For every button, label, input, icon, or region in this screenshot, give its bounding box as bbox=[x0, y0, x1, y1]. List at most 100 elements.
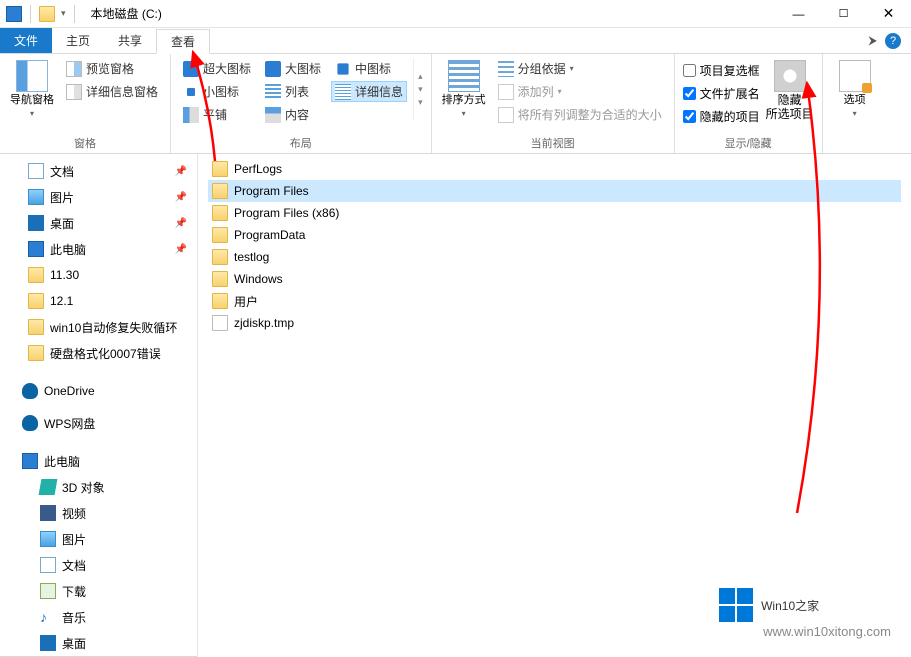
details-pane-button[interactable]: 详细信息窗格 bbox=[62, 81, 162, 102]
tab-view[interactable]: 查看 bbox=[156, 29, 210, 54]
nav-this-pc[interactable]: 此电脑 bbox=[0, 448, 197, 474]
nav-quick-item[interactable]: win10自动修复失败循环 bbox=[0, 314, 197, 340]
minimize-button[interactable]: — bbox=[776, 0, 821, 28]
nav-quick-item[interactable]: 硬盘格式化0007错误 bbox=[0, 340, 197, 366]
titlebar: ▾ 本地磁盘 (C:) — ☐ ✕ bbox=[0, 0, 911, 28]
nav-item-icon bbox=[40, 635, 56, 651]
tiles-icon bbox=[183, 107, 199, 123]
file-list[interactable]: PerfLogs Program Files Program Files (x86)… bbox=[198, 154, 911, 657]
pin-icon: 📌 bbox=[175, 192, 187, 203]
nav-item-icon bbox=[28, 241, 44, 257]
layout-details[interactable]: 详细信息 bbox=[331, 81, 407, 102]
preview-pane-button[interactable]: 预览窗格 bbox=[62, 58, 162, 79]
maximize-button[interactable]: ☐ bbox=[821, 0, 866, 28]
file-row[interactable]: PerfLogs bbox=[208, 158, 901, 180]
file-row[interactable]: testlog bbox=[208, 246, 901, 268]
nav-quick-item[interactable]: 文档📌 bbox=[0, 158, 197, 184]
file-name: testlog bbox=[234, 250, 269, 264]
hidden-items-toggle[interactable]: 隐藏的项目 bbox=[683, 108, 760, 125]
collapse-ribbon-icon[interactable]: ⮞ bbox=[868, 33, 877, 48]
nav-quick-item[interactable]: 12.1 bbox=[0, 288, 197, 314]
layout-content[interactable]: 内容 bbox=[261, 104, 325, 125]
nav-item-label: 下载 bbox=[62, 583, 86, 600]
folder-icon bbox=[212, 271, 228, 287]
group-layout: 超大图标 大图标 中图标 小图标 列表 详细信息 平铺 内容 ▴ ▾ ▾ 布局 bbox=[171, 54, 432, 153]
file-name: ProgramData bbox=[234, 228, 305, 242]
sizecols-button[interactable]: 将所有列调整为合适的大小 bbox=[494, 104, 666, 125]
s-icons-icon bbox=[187, 88, 195, 96]
groupby-button[interactable]: 分组依据 ▾ bbox=[494, 58, 666, 79]
close-button[interactable]: ✕ bbox=[866, 0, 911, 28]
sort-button[interactable]: 排序方式 ▾ bbox=[440, 58, 488, 118]
nav-pc-child[interactable]: 3D 对象 bbox=[0, 474, 197, 500]
nav-pane-icon bbox=[16, 60, 48, 92]
nav-pc-child[interactable]: ♪音乐 bbox=[0, 604, 197, 630]
nav-item-icon bbox=[28, 319, 44, 335]
file-name: Program Files (x86) bbox=[234, 206, 339, 220]
help-icon[interactable]: ? bbox=[885, 33, 901, 49]
ribbon-tabs: 文件 主页 共享 查看 ⮞ ? bbox=[0, 28, 911, 54]
options-button[interactable]: 选项 ▾ bbox=[831, 58, 879, 118]
layout-xl-icons[interactable]: 超大图标 bbox=[179, 58, 255, 79]
file-row[interactable]: zjdiskp.tmp bbox=[208, 312, 901, 334]
nav-pc-child[interactable]: 桌面 bbox=[0, 630, 197, 656]
nav-quick-item[interactable]: 图片 📌 bbox=[0, 184, 197, 210]
nav-pane-button[interactable]: 导航窗格 ▾ bbox=[8, 58, 56, 118]
tab-file[interactable]: 文件 bbox=[0, 28, 52, 53]
pin-icon: 📌 bbox=[175, 218, 187, 229]
file-row[interactable]: 用户 bbox=[208, 290, 901, 312]
nav-item-label: 此电脑 bbox=[44, 453, 80, 470]
layout-more-up-icon[interactable]: ▴ bbox=[418, 71, 423, 82]
nav-item-label: 12.1 bbox=[50, 294, 73, 308]
nav-pc-child[interactable]: 图片 bbox=[0, 526, 197, 552]
nav-pc-child[interactable]: 下载 bbox=[0, 578, 197, 604]
nav-quick-item[interactable]: 此电脑 📌 bbox=[0, 236, 197, 262]
nav-item-icon bbox=[40, 505, 56, 521]
nav-pc-child[interactable]: 视频 bbox=[0, 500, 197, 526]
file-row[interactable]: Program Files (x86) bbox=[208, 202, 901, 224]
layout-more-down-icon[interactable]: ▾ bbox=[418, 84, 423, 95]
nav-item-label: 3D 对象 bbox=[62, 479, 105, 496]
nav-item-icon bbox=[40, 557, 56, 573]
folder-icon bbox=[212, 227, 228, 243]
layout-more-expand-icon[interactable]: ▾ bbox=[418, 97, 423, 108]
group-options: 选项 ▾ bbox=[823, 54, 887, 153]
nav-item-label: 此电脑 bbox=[50, 241, 86, 258]
navigation-pane[interactable]: 文档📌 图片 📌 桌面 📌 此电脑 📌 11.30 12.1 win10自动修复失败循环硬盘格式化… bbox=[0, 154, 198, 657]
addcols-button[interactable]: 添加列 ▾ bbox=[494, 81, 666, 102]
nav-item-label: 图片 bbox=[50, 189, 74, 206]
tab-home[interactable]: 主页 bbox=[52, 28, 104, 53]
layout-tiles[interactable]: 平铺 bbox=[179, 104, 255, 125]
nav-item-icon bbox=[28, 189, 44, 205]
nav-cloud-item[interactable]: WPS网盘 bbox=[0, 410, 197, 436]
hide-selected-button[interactable]: 隐藏所选项目 bbox=[766, 58, 814, 122]
window-title: 本地磁盘 (C:) bbox=[91, 5, 162, 22]
file-row[interactable]: Windows bbox=[208, 268, 901, 290]
nav-cloud-item[interactable]: OneDrive bbox=[0, 378, 197, 404]
nav-pc-child[interactable]: 文档 bbox=[0, 552, 197, 578]
cloud-icon bbox=[22, 415, 38, 431]
details-pane-icon bbox=[66, 84, 82, 100]
tab-share[interactable]: 共享 bbox=[104, 28, 156, 53]
list-icon bbox=[265, 84, 281, 100]
pin-icon: 📌 bbox=[175, 244, 187, 255]
file-row[interactable]: Program Files bbox=[208, 180, 901, 202]
file-row[interactable]: ProgramData bbox=[208, 224, 901, 246]
cloud-icon bbox=[22, 383, 38, 399]
item-checkboxes-toggle[interactable]: 项目复选框 bbox=[683, 62, 760, 79]
nav-item-label: win10自动修复失败循环 bbox=[50, 319, 177, 336]
nav-quick-item[interactable]: 桌面 📌 bbox=[0, 210, 197, 236]
nav-quick-item[interactable]: 11.30 bbox=[0, 262, 197, 288]
layout-m-icons[interactable]: 中图标 bbox=[331, 58, 407, 79]
layout-l-icons[interactable]: 大图标 bbox=[261, 58, 325, 79]
sort-icon bbox=[448, 60, 480, 92]
file-name: PerfLogs bbox=[234, 162, 282, 176]
layout-list[interactable]: 列表 bbox=[261, 81, 325, 102]
layout-s-icons[interactable]: 小图标 bbox=[179, 81, 255, 102]
file-ext-toggle[interactable]: 文件扩展名 bbox=[683, 85, 760, 102]
folder-icon bbox=[212, 249, 228, 265]
nav-item-icon bbox=[28, 215, 44, 231]
qat-dropdown-icon[interactable]: ▾ bbox=[61, 8, 66, 19]
nav-item-label: 桌面 bbox=[50, 215, 74, 232]
groupby-icon bbox=[498, 61, 514, 77]
